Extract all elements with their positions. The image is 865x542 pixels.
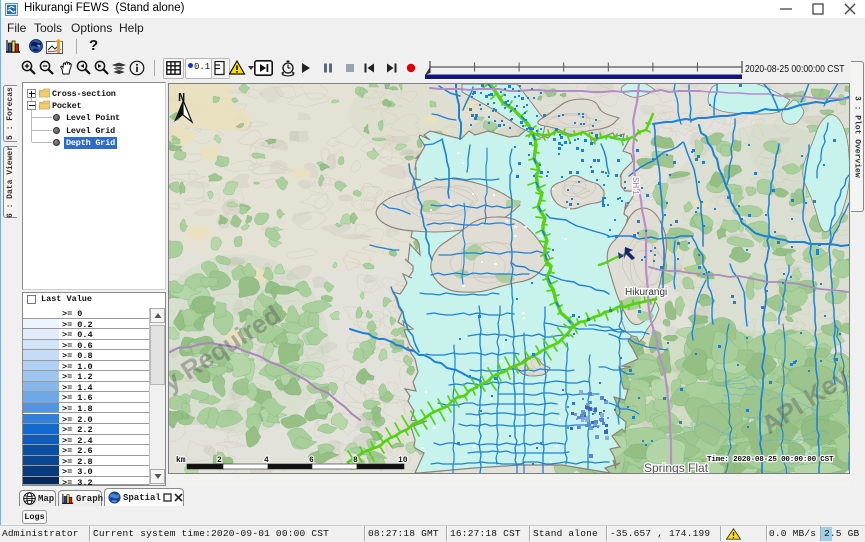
svg-text:8: 8 xyxy=(353,456,358,465)
svg-text:Hikurangi: Hikurangi xyxy=(625,287,667,298)
svg-text:Springs Flat: Springs Flat xyxy=(644,461,709,473)
svg-text:km: km xyxy=(176,456,186,465)
svg-text:2: 2 xyxy=(217,456,222,465)
svg-text:6: 6 xyxy=(309,456,314,465)
svg-text:10: 10 xyxy=(398,456,408,465)
svg-text:SH 1: SH 1 xyxy=(631,177,640,195)
svg-text:Time: 2020-08-25 00:00:00 CST: Time: 2020-08-25 00:00:00 CST xyxy=(707,456,834,464)
svg-text:4: 4 xyxy=(264,456,269,465)
